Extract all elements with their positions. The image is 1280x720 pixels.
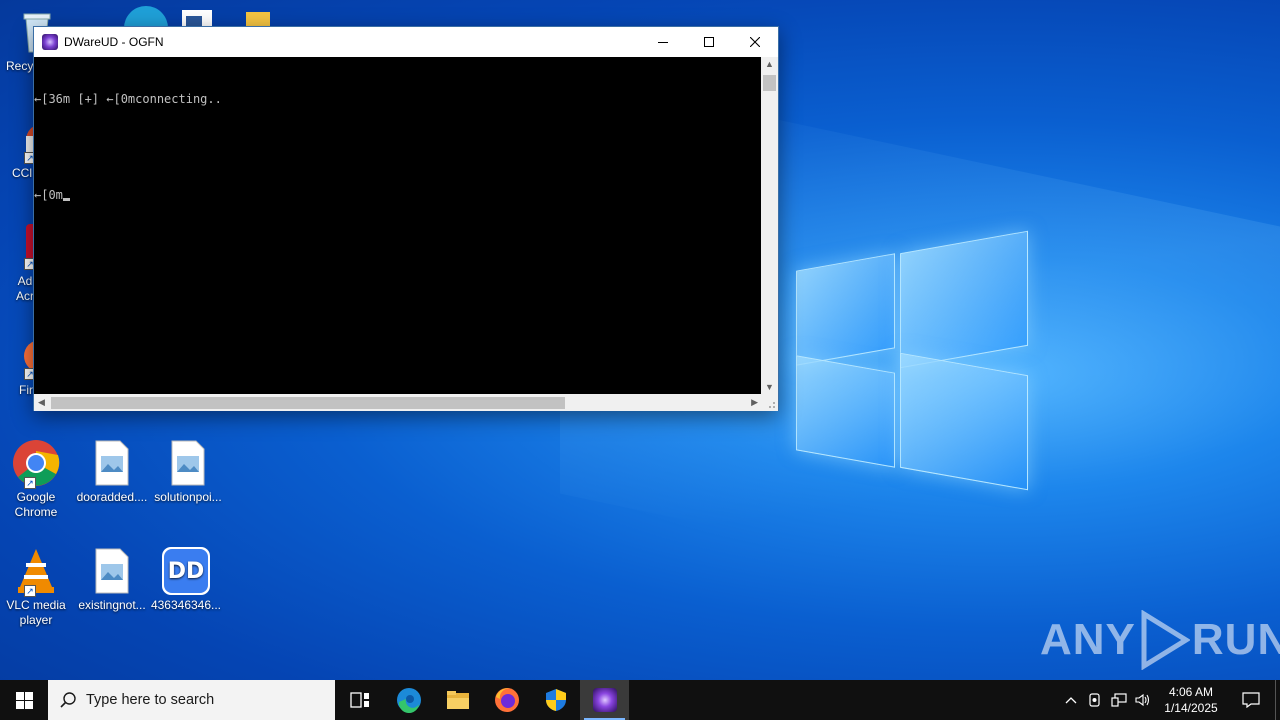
windows-start-icon	[15, 691, 33, 709]
dd-app-icon: DD	[162, 547, 210, 595]
resize-grip[interactable]	[761, 394, 778, 411]
taskbar-file-explorer[interactable]	[433, 680, 482, 720]
taskbar-dware-app[interactable]	[580, 680, 629, 720]
close-icon	[750, 37, 760, 47]
desktop-icon-vlc[interactable]: ↗ VLC media player	[0, 547, 72, 628]
desktop-icon-label: dooradded....	[76, 490, 148, 504]
desktop-icon-label: CCl	[12, 166, 32, 180]
vlc-icon: ↗	[12, 547, 60, 597]
desktop-icon-solutionpoi[interactable]: solutionpoi...	[152, 439, 224, 505]
desktop-icon-label: Google Chrome	[14, 490, 58, 519]
tray-overflow-button[interactable]	[1059, 680, 1083, 720]
dware-app-icon	[42, 34, 58, 50]
console-output[interactable]: ←[36m [+] ←[0mconnecting.. ←[0m	[34, 57, 762, 394]
speaker-icon	[1135, 693, 1150, 707]
image-file-icon	[88, 547, 136, 595]
shield-icon	[545, 689, 566, 711]
maximize-button[interactable]	[686, 27, 732, 57]
dware-app-icon	[592, 688, 617, 712]
clock-time: 4:06 AM	[1168, 685, 1214, 699]
tray-volume[interactable]	[1131, 680, 1155, 720]
play-logo-icon	[1141, 610, 1190, 670]
tray-meet-now[interactable]	[1083, 680, 1107, 720]
device-icon	[1089, 693, 1100, 707]
desktop-icon-label: VLC media player	[6, 598, 66, 627]
desktop-icon-label: Fir	[19, 383, 33, 397]
search-placeholder: Type here to search	[86, 692, 215, 708]
taskbar-clock[interactable]: 4:06 AM 1/14/2025	[1155, 684, 1227, 716]
shortcut-arrow-icon: ↗	[24, 585, 36, 597]
desktop-icon-label: solutionpoi...	[154, 490, 222, 504]
taskbar: Type here to search 4:06 AM 1/14/2025	[0, 680, 1280, 720]
chevron-up-icon	[1065, 697, 1077, 704]
close-button[interactable]	[732, 27, 778, 57]
folder-icon	[446, 691, 469, 709]
scroll-up-icon[interactable]: ▲	[765, 59, 774, 69]
notification-icon	[1242, 692, 1260, 708]
desktop-icon-label: Ad Acr	[16, 274, 34, 303]
desktop-icon-google-chrome[interactable]: ↗ Google Chrome	[0, 439, 72, 520]
windows-logo-wallpaper	[796, 230, 1028, 491]
minimize-button[interactable]	[640, 27, 686, 57]
desktop-icon-dooradded[interactable]: dooradded....	[76, 439, 148, 505]
task-view-icon	[349, 692, 369, 708]
horizontal-scrollbar[interactable]: ◀ ▶	[34, 394, 762, 411]
anyrun-watermark: ANY RUN	[1040, 610, 1280, 670]
network-icon	[1111, 693, 1127, 707]
svg-text:DD: DD	[168, 559, 205, 584]
console-line-with-cursor: ←[0m	[34, 187, 762, 203]
maximize-icon	[704, 37, 714, 47]
watermark-text-left: ANY	[1040, 615, 1136, 664]
desktop-icon-label: 436346346...	[150, 598, 222, 612]
image-file-icon	[88, 439, 136, 487]
console-line: ←[0m	[34, 188, 63, 202]
shortcut-arrow-icon: ↗	[24, 477, 36, 489]
text-cursor	[62, 198, 70, 201]
show-desktop-button[interactable]	[1275, 680, 1280, 720]
title-bar[interactable]: DWareUD - OGFN	[34, 27, 778, 57]
watermark-text-right: RUN	[1191, 615, 1280, 664]
firefox-icon	[494, 688, 519, 712]
scroll-left-icon[interactable]: ◀	[38, 397, 45, 408]
desktop-icon-label: existingnot...	[78, 598, 146, 612]
search-icon	[60, 692, 76, 708]
vertical-scroll-thumb[interactable]	[763, 75, 776, 91]
scroll-right-icon[interactable]: ▶	[751, 397, 758, 408]
clock-date: 1/14/2025	[1164, 701, 1218, 715]
start-button[interactable]	[0, 680, 48, 720]
system-tray: 4:06 AM 1/14/2025	[1059, 680, 1280, 720]
vertical-scrollbar[interactable]: ▲ ▼	[761, 57, 778, 394]
taskbar-firefox[interactable]	[482, 680, 531, 720]
desktop-icon-existingnot[interactable]: existingnot...	[76, 547, 148, 613]
image-file-icon	[164, 439, 212, 487]
tray-network[interactable]	[1107, 680, 1131, 720]
horizontal-scroll-thumb[interactable]	[51, 397, 565, 409]
desktop-icon-436346346[interactable]: DD 436346346...	[150, 547, 222, 613]
chrome-icon: ↗	[12, 439, 60, 489]
taskbar-task-view[interactable]	[335, 680, 384, 720]
scroll-down-icon[interactable]: ▼	[765, 382, 774, 392]
console-window[interactable]: DWareUD - OGFN ←[36m [+] ←[0mconnecting.…	[33, 26, 779, 411]
window-title: DWareUD - OGFN	[64, 35, 164, 49]
minimize-icon	[658, 42, 668, 43]
taskbar-edge[interactable]	[384, 680, 433, 720]
console-line: ←[36m [+] ←[0mconnecting..	[34, 92, 222, 106]
action-center-button[interactable]	[1227, 680, 1275, 720]
taskbar-search-box[interactable]: Type here to search	[48, 680, 335, 720]
resize-grip-icon	[769, 402, 775, 408]
taskbar-security-shield[interactable]	[531, 680, 580, 720]
edge-icon	[396, 688, 421, 713]
desktop-icon-label: Recy	[6, 59, 34, 73]
